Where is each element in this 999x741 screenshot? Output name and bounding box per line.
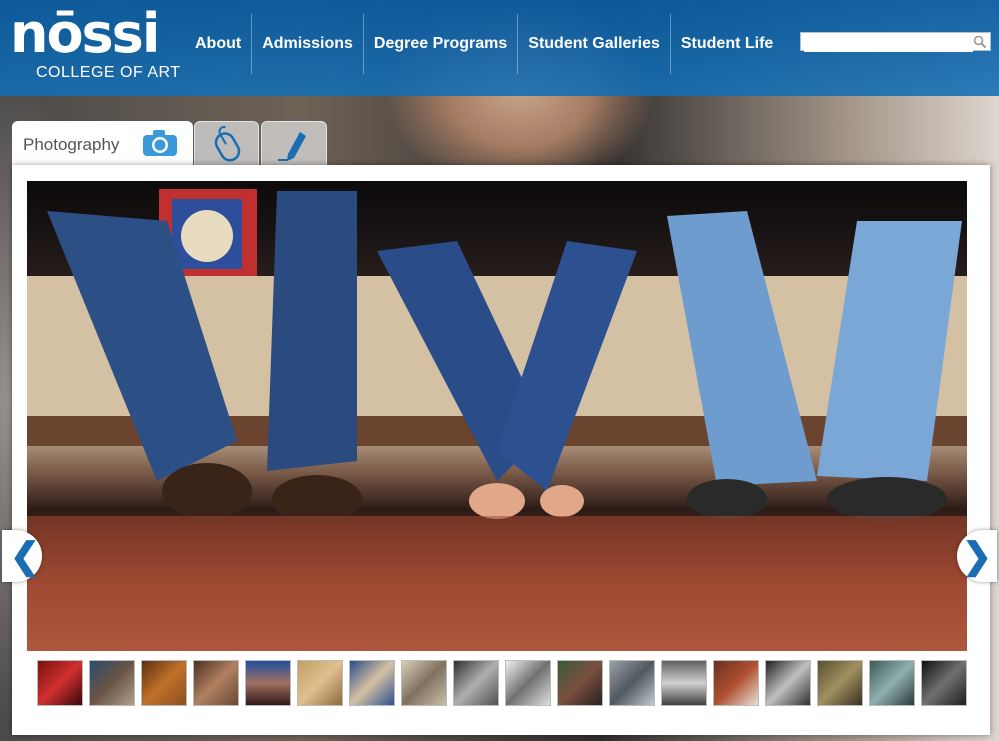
thumbnail[interactable] (141, 660, 187, 706)
camera-icon (143, 130, 177, 156)
chevron-right-icon: ❯ (961, 535, 993, 576)
tab-photography[interactable]: Photography (12, 121, 193, 166)
next-button[interactable]: ❯ (957, 530, 997, 582)
thumbnail[interactable] (193, 660, 239, 706)
pen-icon (278, 132, 306, 161)
logo-wordmark: nōssi (10, 2, 160, 65)
nav-student-galleries[interactable]: Student Galleries (518, 14, 671, 74)
thumbnail[interactable] (869, 660, 915, 706)
thumbnail[interactable] (297, 660, 343, 706)
header-bar: nōssi COLLEGE OF ART About Admissions De… (0, 0, 999, 96)
featured-photo[interactable] (27, 181, 967, 651)
thumbnail[interactable] (557, 660, 603, 706)
chevron-left-icon: ❮ (9, 535, 41, 576)
nav-student-life[interactable]: Student Life (671, 14, 783, 74)
nav-about[interactable]: About (185, 14, 253, 74)
tab-interactive[interactable] (194, 121, 259, 166)
search-icon[interactable] (973, 35, 987, 49)
nav-degree-programs[interactable]: Degree Programs (364, 14, 519, 74)
nossi-logo[interactable]: nōssi COLLEGE OF ART (10, 2, 180, 82)
search-box (800, 32, 991, 52)
thumbnail[interactable] (37, 660, 83, 706)
prev-button[interactable]: ❮ (2, 530, 42, 582)
thumbnail[interactable] (609, 660, 655, 706)
thumbnail[interactable] (453, 660, 499, 706)
thumbnail[interactable] (817, 660, 863, 706)
thumbnail[interactable] (661, 660, 707, 706)
thumbnail[interactable] (713, 660, 759, 706)
featured-photo-art (27, 189, 967, 651)
logo-tagline: COLLEGE OF ART (36, 64, 181, 81)
thumbnail[interactable] (765, 660, 811, 706)
thumbnail[interactable] (349, 660, 395, 706)
thumbnail[interactable] (401, 660, 447, 706)
thumbnail[interactable] (89, 660, 135, 706)
thumbnail[interactable] (245, 660, 291, 706)
gallery-panel: ❮ ❯ (2, 165, 997, 735)
tab-illustration[interactable] (261, 121, 327, 166)
thumbnail[interactable] (921, 660, 967, 706)
mouse-icon (214, 125, 241, 162)
thumbnail[interactable] (505, 660, 551, 706)
tab-photography-label: Photography (23, 135, 120, 154)
thumbnail-strip (37, 660, 967, 708)
search-input[interactable] (804, 34, 973, 52)
nav-admissions[interactable]: Admissions (252, 14, 364, 74)
main-nav: About Admissions Degree Programs Student… (185, 14, 783, 74)
